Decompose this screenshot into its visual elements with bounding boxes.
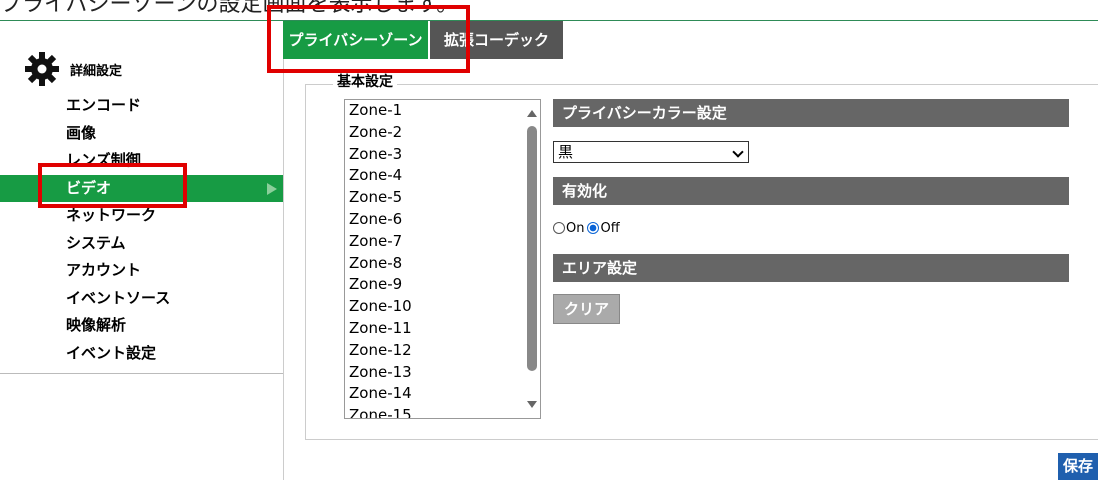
scroll-up-icon[interactable] — [527, 110, 537, 117]
sidebar-item-network[interactable]: ネットワーク — [0, 202, 283, 230]
list-item[interactable]: Zone-1 — [345, 100, 540, 122]
zone-listbox[interactable]: Zone-1 Zone-2 Zone-3 Zone-4 Zone-5 Zone-… — [344, 99, 541, 419]
list-item[interactable]: Zone-14 — [345, 383, 540, 405]
tab-extended-codec[interactable]: 拡張コーデック — [430, 21, 564, 59]
list-item[interactable]: Zone-2 — [345, 122, 540, 144]
list-item[interactable]: Zone-15 — [345, 405, 540, 418]
sidebar-item-event-settings[interactable]: イベント設定 — [0, 340, 283, 368]
scroll-down-icon[interactable] — [527, 401, 537, 408]
list-item[interactable]: Zone-7 — [345, 231, 540, 253]
sidebar: 詳細設定 エンコード 画像 レンズ制御 ビデオ ネットワーク システム アカウン… — [0, 21, 284, 480]
privacy-color-value: 黒 — [558, 143, 574, 161]
basic-settings-legend: 基本設定 — [333, 71, 397, 91]
sidebar-item-system[interactable]: システム — [0, 230, 283, 258]
privacy-color-header: プライバシーカラー設定 — [553, 99, 1069, 127]
save-button[interactable]: 保存 — [1058, 453, 1098, 480]
tab-bar: プライバシーゾーン 拡張コーデック — [283, 21, 565, 59]
radio-on[interactable] — [553, 222, 565, 234]
gear-icon — [25, 52, 59, 86]
sidebar-item-image[interactable]: 画像 — [0, 120, 283, 148]
enable-header: 有効化 — [553, 177, 1069, 205]
sidebar-item-encode[interactable]: エンコード — [0, 92, 283, 120]
list-item[interactable]: Zone-11 — [345, 318, 540, 340]
radio-off-label: Off — [600, 220, 620, 236]
radio-off[interactable] — [587, 222, 600, 234]
sidebar-header-label: 詳細設定 — [70, 63, 123, 79]
sidebar-item-account[interactable]: アカウント — [0, 257, 283, 285]
list-item[interactable]: Zone-10 — [345, 296, 540, 318]
list-item[interactable]: Zone-6 — [345, 209, 540, 231]
clear-button[interactable]: クリア — [553, 294, 620, 324]
list-item[interactable]: Zone-3 — [345, 144, 540, 166]
sidebar-item-video[interactable]: ビデオ — [0, 174, 283, 202]
chevron-down-icon — [732, 146, 744, 158]
list-item[interactable]: Zone-4 — [345, 165, 540, 187]
scroll-thumb[interactable] — [527, 126, 537, 371]
enable-radio-group: On Off — [553, 218, 623, 238]
sidebar-item-label: ビデオ — [66, 178, 112, 197]
list-item[interactable]: Zone-12 — [345, 340, 540, 362]
sidebar-item-event-source[interactable]: イベントソース — [0, 285, 283, 313]
page-caption: プライバシーゾーンの設定画面を表示します。 — [0, 0, 459, 14]
radio-on-label: On — [566, 220, 585, 236]
zone-list-scrollbar[interactable] — [523, 100, 540, 418]
sidebar-nav: エンコード 画像 レンズ制御 ビデオ ネットワーク システム アカウント イベン… — [0, 92, 283, 374]
list-item[interactable]: Zone-9 — [345, 274, 540, 296]
chevron-right-icon — [267, 182, 277, 195]
list-item[interactable]: Zone-8 — [345, 253, 540, 275]
list-item[interactable]: Zone-13 — [345, 362, 540, 384]
tab-privacy-zone[interactable]: プライバシーゾーン — [283, 21, 428, 59]
sidebar-item-video-analytics[interactable]: 映像解析 — [0, 312, 283, 340]
sidebar-header: 詳細設定 — [24, 49, 122, 89]
basic-settings-panel: 基本設定 Zone-1 Zone-2 Zone-3 Zone-4 Zone-5 … — [305, 71, 1098, 440]
list-item[interactable]: Zone-5 — [345, 187, 540, 209]
privacy-color-select[interactable]: 黒 — [553, 141, 749, 163]
sidebar-item-lens-control[interactable]: レンズ制御 — [0, 147, 283, 175]
area-settings-header: エリア設定 — [553, 254, 1069, 282]
